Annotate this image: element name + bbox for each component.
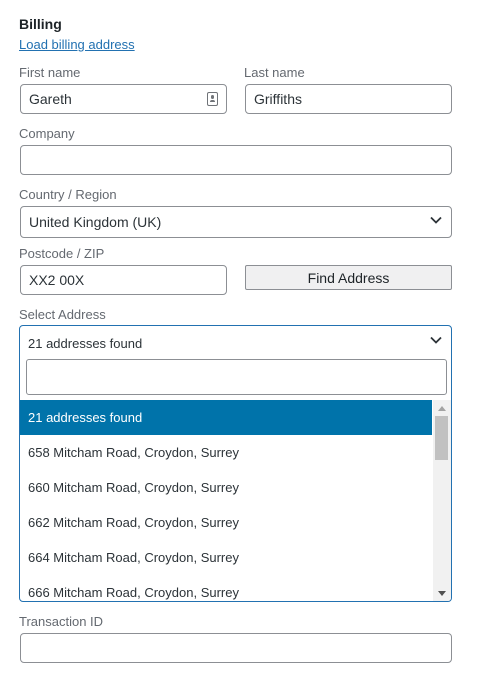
scroll-up-arrow-icon[interactable]	[438, 406, 446, 411]
address-option[interactable]: 666 Mitcham Road, Croydon, Surrey	[20, 575, 432, 601]
first-name-label: First name	[19, 65, 81, 80]
postcode-label: Postcode / ZIP	[19, 246, 105, 261]
last-name-label: Last name	[244, 65, 305, 80]
select-address-value: 21 addresses found	[28, 336, 143, 351]
postcode-value: XX2 00X	[29, 272, 85, 288]
select-address-label: Select Address	[19, 307, 106, 322]
address-option[interactable]: 21 addresses found	[20, 400, 432, 435]
company-field[interactable]	[20, 145, 452, 175]
transaction-id-label: Transaction ID	[19, 614, 104, 629]
country-value: United Kingdom (UK)	[29, 214, 162, 230]
contact-card-icon[interactable]	[207, 92, 218, 106]
first-name-field[interactable]: Gareth	[20, 84, 227, 114]
options-scrollbar[interactable]	[433, 400, 451, 601]
select-address-dropdown[interactable]: 21 addresses found 21 addresses found 65…	[19, 325, 452, 602]
section-title: Billing	[19, 16, 62, 32]
country-select[interactable]: United Kingdom (UK)	[20, 206, 452, 238]
chevron-down-icon[interactable]	[430, 336, 442, 344]
address-option[interactable]: 658 Mitcham Road, Croydon, Surrey	[20, 435, 432, 470]
address-option[interactable]: 660 Mitcham Road, Croydon, Surrey	[20, 470, 432, 505]
last-name-field[interactable]: Griffiths	[245, 84, 452, 114]
postcode-field[interactable]: XX2 00X	[20, 265, 227, 295]
transaction-id-field[interactable]	[20, 633, 452, 663]
scroll-down-arrow-icon[interactable]	[438, 591, 446, 596]
address-option[interactable]: 662 Mitcham Road, Croydon, Surrey	[20, 505, 432, 540]
find-address-button[interactable]: Find Address	[245, 265, 452, 290]
address-search-input[interactable]	[26, 359, 447, 395]
address-option[interactable]: 664 Mitcham Road, Croydon, Surrey	[20, 540, 432, 575]
first-name-value: Gareth	[29, 91, 72, 107]
scrollbar-thumb[interactable]	[435, 416, 448, 460]
country-label: Country / Region	[19, 187, 117, 202]
chevron-down-icon	[430, 216, 442, 224]
last-name-value: Griffiths	[254, 91, 302, 107]
load-billing-address-link[interactable]: Load billing address	[19, 37, 135, 52]
company-label: Company	[19, 126, 75, 141]
address-options-list[interactable]: 21 addresses found 658 Mitcham Road, Cro…	[20, 400, 432, 601]
